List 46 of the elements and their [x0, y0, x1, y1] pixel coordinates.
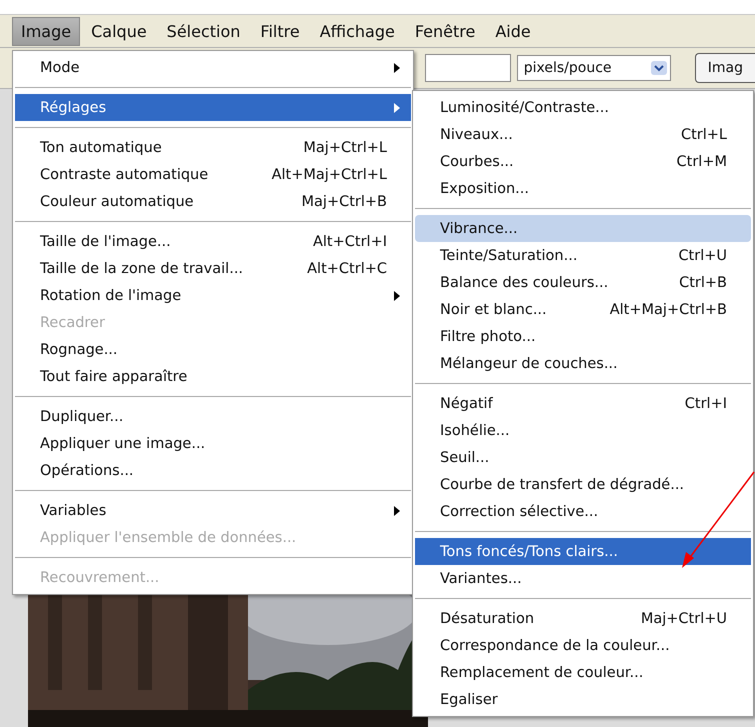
- input-field[interactable]: [425, 54, 511, 82]
- menu-item[interactable]: Vibrance...: [415, 215, 751, 242]
- menu-item[interactable]: Appliquer une image...: [15, 430, 411, 457]
- menu-bar-item[interactable]: Calque: [82, 16, 156, 46]
- menu-bar-item[interactable]: Fenêtre: [406, 16, 484, 46]
- menu-item[interactable]: Courbes... Ctrl+M: [415, 148, 751, 175]
- menu-item[interactable]: Correspondance de la couleur...: [415, 632, 751, 659]
- menu-item[interactable]: Remplacement de couleur...: [415, 659, 751, 686]
- menu-item[interactable]: Luminosité/Contraste...: [415, 94, 751, 121]
- menu-item[interactable]: Tout faire apparaître: [15, 363, 411, 390]
- menu-item[interactable]: Dupliquer...: [15, 403, 411, 430]
- menu-item[interactable]: Rognage...: [15, 336, 411, 363]
- menu-item[interactable]: Rotation de l'image: [15, 282, 411, 309]
- menu-item[interactable]: Taille de la zone de travail... Alt+Ctrl+C: [15, 255, 411, 282]
- menu-item[interactable]: Opérations...: [15, 457, 411, 484]
- chevron-down-icon: [650, 60, 668, 76]
- menu-bar-item[interactable]: Sélection: [158, 16, 250, 46]
- menu-item[interactable]: Mélangeur de couches...: [415, 350, 751, 377]
- menu-item[interactable]: Teinte/Saturation... Ctrl+U: [415, 242, 751, 269]
- menu-bar-item[interactable]: Filtre: [251, 16, 309, 46]
- menu-item[interactable]: Ton automatique Maj+Ctrl+L: [15, 134, 411, 161]
- menu-item[interactable]: Isohélie...: [415, 417, 751, 444]
- image-button[interactable]: Imag: [694, 53, 755, 83]
- menu-item[interactable]: Désaturation Maj+Ctrl+U: [415, 605, 751, 632]
- menu-item[interactable]: Taille de l'image... Alt+Ctrl+I: [15, 228, 411, 255]
- menu-item[interactable]: Contraste automatique Alt+Maj+Ctrl+L: [15, 161, 411, 188]
- menu-item[interactable]: Correction sélective...: [415, 498, 751, 525]
- menu-item[interactable]: Niveaux... Ctrl+L: [415, 121, 751, 148]
- menu-item[interactable]: Seuil...: [415, 444, 751, 471]
- menu-bar-item[interactable]: Image: [12, 16, 80, 46]
- menu-item[interactable]: Filtre photo...: [415, 323, 751, 350]
- menu-item[interactable]: Tons foncés/Tons clairs...: [415, 538, 751, 565]
- menu-item[interactable]: Couleur automatique Maj+Ctrl+B: [15, 188, 411, 215]
- menu-item[interactable]: Exposition...: [415, 175, 751, 202]
- menu-bar-item[interactable]: Aide: [486, 16, 540, 46]
- menu-item[interactable]: Variables: [15, 497, 411, 524]
- menu-item[interactable]: Négatif Ctrl+I: [415, 390, 751, 417]
- menu-item[interactable]: Courbe de transfert de dégradé...: [415, 471, 751, 498]
- menu-item[interactable]: Variantes...: [415, 565, 751, 592]
- menu-item[interactable]: Balance des couleurs... Ctrl+B: [415, 269, 751, 296]
- menu-item[interactable]: Noir et blanc... Alt+Maj+Ctrl+B: [415, 296, 751, 323]
- unit-dropdown[interactable]: pixels/pouce: [516, 55, 671, 81]
- menu-item[interactable]: Mode: [15, 54, 411, 81]
- menu-bar-item[interactable]: Affichage: [310, 16, 404, 46]
- menu-item[interactable]: Egaliser: [415, 686, 751, 713]
- menu-item[interactable]: Réglages: [15, 94, 411, 121]
